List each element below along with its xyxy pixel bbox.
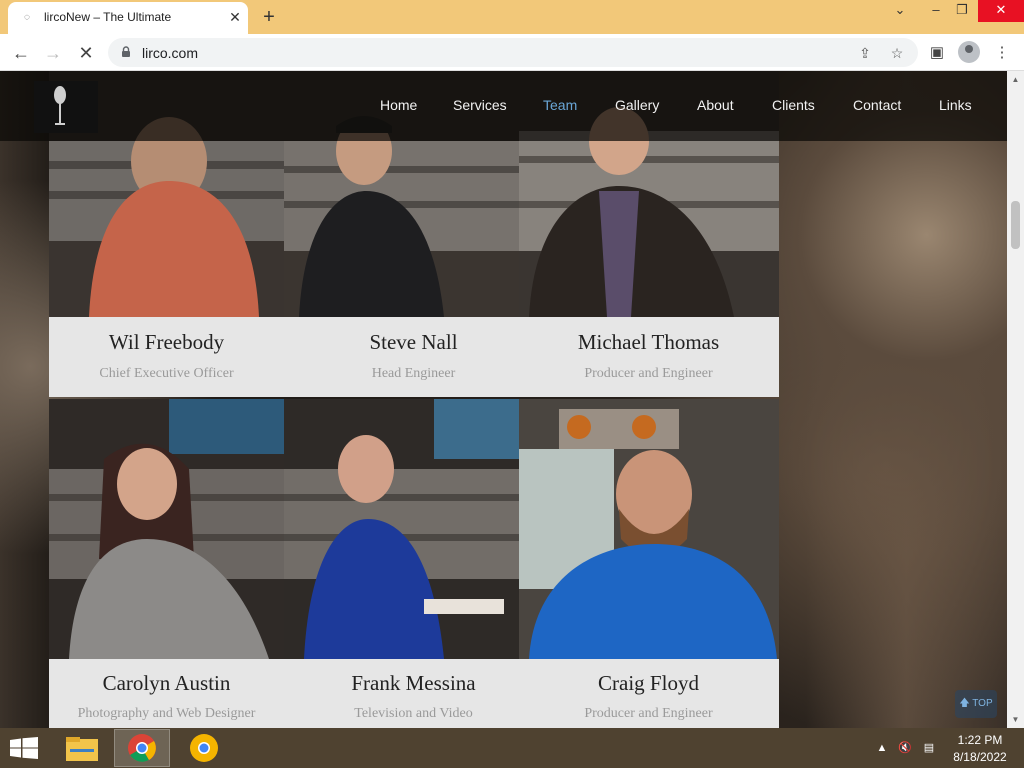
team-photo xyxy=(49,399,284,659)
menu-contact[interactable]: Contact xyxy=(853,97,901,113)
profile-avatar[interactable] xyxy=(958,41,980,63)
bookmark-star-icon[interactable]: ☆ xyxy=(888,44,906,62)
member-name: Michael Thomas xyxy=(577,330,720,354)
menu-gallery[interactable]: Gallery xyxy=(615,97,659,113)
clock-time[interactable]: 1:22 PM xyxy=(940,733,1020,747)
site-header: Home Services Team Gallery About Clients… xyxy=(0,71,1007,141)
team-caption: Frank Messina Television and Video xyxy=(296,659,531,728)
member-name: Frank Messina xyxy=(351,671,476,695)
member-role: Television and Video xyxy=(354,706,473,721)
share-icon[interactable]: ⇪ xyxy=(856,44,874,62)
windows-start-icon[interactable] xyxy=(10,737,38,759)
menu-kebab-icon[interactable]: ⋮ xyxy=(991,42,1013,64)
team-caption: Steve Nall Head Engineer xyxy=(296,317,531,397)
member-role: Producer and Engineer xyxy=(584,366,713,381)
menu-links[interactable]: Links xyxy=(939,97,972,113)
browser-titlebar: ◌ lircoNew – The Ultimate ✕ + ⌄ – ❐ ✕ xyxy=(0,0,1024,34)
close-tab-icon[interactable]: ✕ xyxy=(226,8,244,26)
team-caption: Carolyn Austin Photography and Web Desig… xyxy=(49,659,284,728)
member-role: Producer and Engineer xyxy=(584,706,713,721)
menu-services[interactable]: Services xyxy=(453,97,507,113)
team-caption: Wil Freebody Chief Executive Officer xyxy=(49,317,284,397)
scroll-down-icon[interactable]: ▼ xyxy=(1007,711,1024,728)
team-card xyxy=(519,399,779,659)
page-viewport: Wil Freebody Chief Executive Officer Ste… xyxy=(0,71,1007,728)
member-name: Steve Nall xyxy=(369,330,458,354)
top-label: TOP xyxy=(972,698,993,709)
menu-clients[interactable]: Clients xyxy=(772,97,815,113)
network-icon[interactable]: ▤ xyxy=(921,740,937,756)
microphone-icon xyxy=(54,86,66,125)
team-caption: Craig Floyd Producer and Engineer xyxy=(531,659,766,728)
team-card xyxy=(284,399,519,659)
new-tab-button[interactable]: + xyxy=(258,6,280,28)
team-caption: Michael Thomas Producer and Engineer xyxy=(531,317,766,397)
back-to-top-button[interactable]: 🡅 TOP xyxy=(955,690,997,718)
member-name: Craig Floyd xyxy=(598,671,699,695)
lock-icon xyxy=(122,46,130,57)
loading-favicon-icon: ◌ xyxy=(24,12,30,23)
back-icon[interactable]: ← xyxy=(9,41,33,65)
clock-date[interactable]: 8/18/2022 xyxy=(940,750,1020,764)
tab-search-icon[interactable]: ⌄ xyxy=(884,0,916,22)
team-card xyxy=(49,399,284,659)
menu-team[interactable]: Team xyxy=(543,97,577,113)
member-name: Wil Freebody xyxy=(108,330,225,354)
member-role: Chief Executive Officer xyxy=(99,366,234,381)
browser-tab[interactable]: ◌ lircoNew – The Ultimate ✕ xyxy=(8,2,248,34)
stop-loading-icon[interactable]: ✕ xyxy=(74,41,98,65)
url-text: lirco.com xyxy=(142,45,199,61)
menu-about[interactable]: About xyxy=(697,97,734,113)
member-name: Carolyn Austin xyxy=(102,671,231,695)
volume-muted-icon[interactable]: 🔇 xyxy=(897,740,913,756)
address-bar[interactable]: lirco.com ⇪ ☆ xyxy=(108,38,918,67)
windows-taskbar: ▲ 🔇 ▤ 1:22 PM 8/18/2022 xyxy=(0,728,1024,768)
browser-toolbar: ← → ✕ lirco.com ⇪ ☆ ▣ ⋮ xyxy=(0,34,1024,71)
team-photo xyxy=(519,399,779,659)
scroll-thumb[interactable] xyxy=(1011,201,1020,249)
restore-icon[interactable]: ❐ xyxy=(946,0,978,22)
microphone-logo[interactable] xyxy=(34,81,98,133)
menu-home[interactable]: Home xyxy=(380,97,417,113)
file-explorer-icon[interactable] xyxy=(54,729,110,767)
show-hidden-icons-icon[interactable]: ▲ xyxy=(874,740,890,756)
member-role: Head Engineer xyxy=(371,366,456,381)
arrow-up-icon: 🡅 xyxy=(959,698,970,709)
chrome-canary-icon[interactable] xyxy=(176,729,232,767)
close-window-icon[interactable]: ✕ xyxy=(978,0,1024,22)
tab-title: lircoNew – The Ultimate xyxy=(44,10,172,24)
team-photo xyxy=(284,399,519,659)
member-role: Photography and Web Designer xyxy=(77,706,256,721)
scroll-up-icon[interactable]: ▲ xyxy=(1007,71,1024,88)
chrome-taskbar-icon[interactable] xyxy=(114,729,170,767)
side-panel-icon[interactable]: ▣ xyxy=(926,42,948,64)
page-scrollbar[interactable]: ▲ ▼ xyxy=(1007,71,1024,728)
forward-icon[interactable]: → xyxy=(41,41,65,65)
